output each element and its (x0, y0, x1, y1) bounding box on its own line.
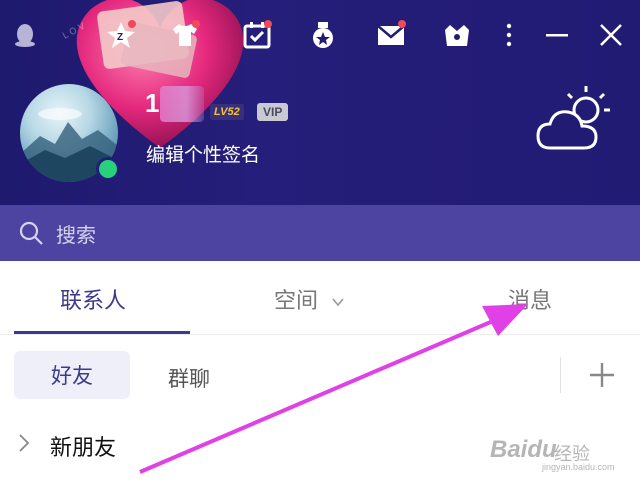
search-input[interactable]: 搜索 (56, 219, 96, 248)
list-item-label: 新朋友 (50, 436, 117, 461)
qzone-star-icon[interactable]: Z (104, 18, 138, 52)
mail-icon[interactable] (374, 18, 408, 52)
notification-dot (398, 20, 406, 28)
more-vertical-icon[interactable] (492, 18, 526, 52)
notification-dot (192, 20, 200, 28)
notification-dot (128, 20, 136, 28)
shop-bag-icon[interactable] (440, 18, 474, 52)
svg-text:Z: Z (117, 32, 123, 43)
watermark-brand: Baidu (490, 436, 557, 463)
calendar-check-icon[interactable] (240, 18, 274, 52)
contact-subtabs: 好友 群聊 (0, 335, 640, 415)
medal-icon[interactable] (306, 18, 340, 52)
minimize-icon[interactable] (540, 18, 574, 52)
top-toolbar: Z (0, 14, 640, 58)
chevron-down-icon (332, 298, 344, 307)
close-icon[interactable] (594, 18, 628, 52)
qq-penguin-icon[interactable] (8, 18, 42, 52)
tab-contacts[interactable]: 联系人 (60, 283, 126, 315)
subtab-friends[interactable]: 好友 (14, 351, 130, 399)
tab-messages[interactable]: 消息 (508, 283, 552, 315)
subtab-groups[interactable]: 群聊 (168, 363, 210, 393)
signature-edit[interactable]: 编辑个性签名 (146, 140, 260, 167)
divider (560, 357, 561, 393)
notification-dot (264, 20, 272, 28)
vip-badge[interactable]: VIP (257, 103, 289, 121)
watermark: Baidu 经验 jingyan.baidu.com (490, 428, 620, 474)
active-tab-underline (14, 331, 190, 334)
tab-qzone[interactable]: 空间 (274, 283, 345, 315)
nickname-redaction (160, 86, 204, 122)
weather-cloud-sun-icon[interactable] (534, 82, 612, 160)
add-icon[interactable] (584, 357, 620, 393)
chevron-right-icon (19, 434, 30, 452)
online-status-indicator (96, 157, 120, 181)
search-bar[interactable]: 搜索 (0, 205, 640, 261)
nickname[interactable]: 1 (145, 88, 159, 119)
profile-header: LOV Z 1 LV52 VIP 编辑个性签名 (0, 0, 640, 205)
main-tabs: 联系人 空间 消息 (0, 261, 640, 335)
level-badge[interactable]: LV52 (210, 104, 244, 120)
search-icon (19, 221, 43, 245)
tab-qzone-label: 空间 (274, 289, 319, 314)
watermark-url: jingyan.baidu.com (542, 462, 615, 472)
dress-shirt-icon[interactable] (168, 18, 202, 52)
